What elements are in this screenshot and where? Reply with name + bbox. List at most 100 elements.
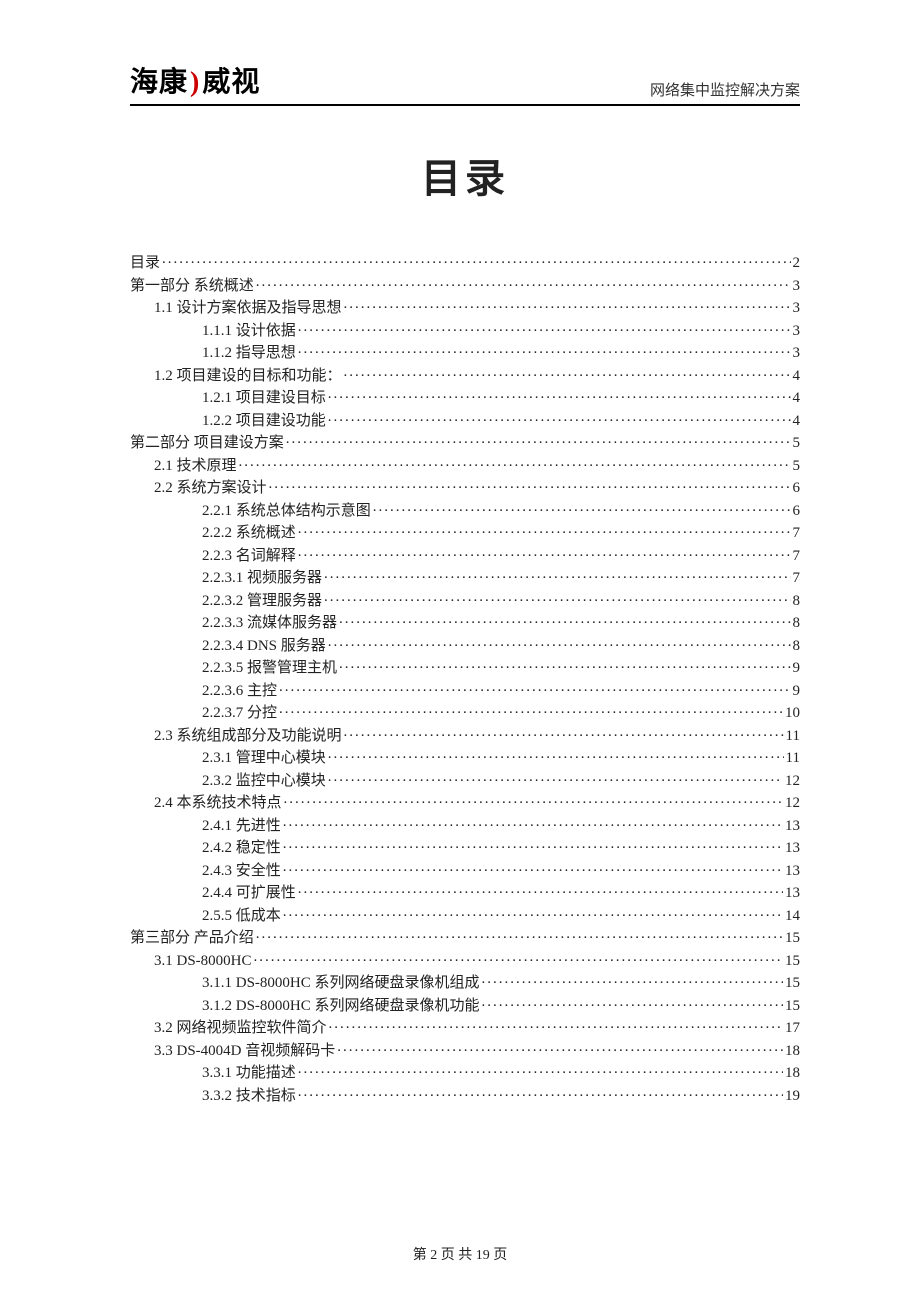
toc-entry[interactable]: 3.1.1 DS-8000HC 系列网络硬盘录像机组成15 [130, 972, 800, 991]
toc-entry-page: 18 [785, 1066, 800, 1081]
toc-entry-label: 2.5.5 低成本 [202, 909, 281, 924]
toc-entry-label: 2.1 技术原理 [154, 459, 237, 474]
page: 海康)威视 网络集中监控解决方案 目录 目录2 第一部分 系统概述 3 1.1 设计方… [0, 0, 920, 1302]
toc-entry[interactable]: 2.1 技术原理5 [130, 455, 800, 474]
toc-entry-label: 2.2.1 系统总体结构示意图 [202, 504, 371, 519]
toc-entry[interactable]: 1.2 项目建设的目标和功能：4 [130, 365, 800, 384]
toc-entry-page: 9 [793, 684, 801, 699]
toc-leader-dots [344, 365, 791, 380]
toc-entry[interactable]: 2.2.3.7 分控10 [130, 702, 800, 721]
toc-entry[interactable]: 2.2.3.5 报警管理主机 9 [130, 657, 800, 676]
toc-entry-page: 3 [793, 346, 801, 361]
toc-entry[interactable]: 2.3.2 监控中心模块12 [130, 770, 800, 789]
toc-entry-page: 15 [785, 931, 800, 946]
toc-entry[interactable]: 2.3 系统组成部分及功能说明 11 [130, 725, 800, 744]
footer-mid: 页 共 [441, 1248, 473, 1263]
toc-entry-page: 2 [793, 256, 801, 271]
toc-entry-label: 2.2.3.2 管理服务器 [202, 594, 322, 609]
toc-entry-label: 第二部分 项目建设方案 [130, 436, 284, 451]
header-row: 海康)威视 网络集中监控解决方案 [130, 60, 800, 100]
toc-entry-page: 9 [793, 661, 801, 676]
toc-entry-page: 5 [793, 436, 801, 451]
toc-entry-page: 15 [785, 999, 800, 1014]
toc-leader-dots [298, 1085, 783, 1100]
toc-entry[interactable]: 2.2 系统方案设计6 [130, 477, 800, 496]
toc-entry-label: 2.4.4 可扩展性 [202, 886, 296, 901]
toc-entry[interactable]: 2.4.1 先进性13 [130, 815, 800, 834]
toc-entry-label: 第一部分 系统概述 [130, 279, 254, 294]
toc-entry[interactable]: 1.2.1 项目建设目标4 [130, 387, 800, 406]
toc-entry[interactable]: 1.2.2 项目建设功能4 [130, 410, 800, 429]
toc-leader-dots [283, 860, 783, 875]
toc-entry-page: 3 [793, 324, 801, 339]
toc-entry-label: 3.1 DS-8000HC [154, 954, 252, 969]
toc-entry-label: 1.2.2 项目建设功能 [202, 414, 326, 429]
toc-entry[interactable]: 2.2.3.1 视频服务器7 [130, 567, 800, 586]
toc-entry-page: 14 [785, 909, 800, 924]
toc-entry-label: 3.3.2 技术指标 [202, 1089, 296, 1104]
toc-entry-label: 2.2.2 系统概述 [202, 526, 296, 541]
toc-entry[interactable]: 2.4.4 可扩展性 13 [130, 882, 800, 901]
toc-leader-dots [298, 320, 791, 335]
toc-entry-page: 15 [785, 954, 800, 969]
toc-leader-dots [269, 477, 791, 492]
toc-entry[interactable]: 2.2.2 系统概述 7 [130, 522, 800, 541]
toc-entry[interactable]: 2.4.2 稳定性13 [130, 837, 800, 856]
toc-entry[interactable]: 3.3.2 技术指标 19 [130, 1085, 800, 1104]
toc-entry[interactable]: 3.1.2 DS-8000HC 系列网络硬盘录像机功能15 [130, 995, 800, 1014]
toc-leader-dots [339, 612, 790, 627]
toc-entry-page: 3 [793, 279, 801, 294]
toc-entry-page: 12 [785, 796, 800, 811]
toc-leader-dots [337, 1040, 783, 1055]
toc-entry[interactable]: 3.2 网络视频监控软件简介17 [130, 1017, 800, 1036]
toc-entry[interactable]: 2.2.3 名词解释7 [130, 545, 800, 564]
toc-entry[interactable]: 2.4 本系统技术特点12 [130, 792, 800, 811]
toc-entry[interactable]: 3.3 DS-4004D 音视频解码卡18 [130, 1040, 800, 1059]
toc-entry-page: 8 [793, 616, 801, 631]
footer-total-pages: 19 [476, 1248, 490, 1263]
toc-entry[interactable]: 2.2.3.2 管理服务器8 [130, 590, 800, 609]
page-title: 目录 [130, 146, 800, 204]
toc-leader-dots [254, 950, 783, 965]
toc-entry[interactable]: 3.3.1 功能描述18 [130, 1062, 800, 1081]
toc-leader-dots [324, 590, 790, 605]
toc-entry-label: 1.1.2 指导思想 [202, 346, 296, 361]
toc-entry[interactable]: 2.2.1 系统总体结构示意图6 [130, 500, 800, 519]
toc-entry[interactable]: 2.3.1 管理中心模块11 [130, 747, 800, 766]
toc-entry[interactable]: 2.2.3.3 流媒体服务器8 [130, 612, 800, 631]
toc-entry[interactable]: 1.1.1 设计依据3 [130, 320, 800, 339]
toc-entry-page: 11 [786, 751, 800, 766]
toc-entry[interactable]: 第一部分 系统概述 3 [130, 275, 800, 294]
toc-entry-page: 19 [785, 1089, 800, 1104]
toc-entry-page: 13 [785, 841, 800, 856]
toc-leader-dots [279, 702, 783, 717]
toc-leader-dots [344, 297, 791, 312]
toc-entry[interactable]: 2.2.3.4 DNS 服务器8 [130, 635, 800, 654]
toc-leader-dots [284, 792, 783, 807]
toc-entry-page: 10 [785, 706, 800, 721]
toc-entry-label: 2.3.2 监控中心模块 [202, 774, 326, 789]
toc-entry-page: 13 [785, 886, 800, 901]
toc-entry-page: 11 [786, 729, 800, 744]
toc-entry-page: 17 [785, 1021, 800, 1036]
toc-entry-label: 2.4.3 安全性 [202, 864, 281, 879]
brand-logo: 海康)威视 [130, 60, 260, 100]
toc-entry[interactable]: 2.4.3 安全性13 [130, 860, 800, 879]
toc-entry[interactable]: 2.2.3.6 主控9 [130, 680, 800, 699]
toc-entry[interactable]: 目录2 [130, 252, 800, 271]
toc-entry-label: 2.2.3.5 报警管理主机 [202, 661, 337, 676]
toc-entry[interactable]: 1.1.2 指导思想 3 [130, 342, 800, 361]
toc-leader-dots [328, 387, 791, 402]
toc-entry-label: 2.3 系统组成部分及功能说明 [154, 729, 342, 744]
toc-entry-page: 6 [793, 481, 801, 496]
toc-entry[interactable]: 第二部分 项目建设方案 5 [130, 432, 800, 451]
toc-leader-dots [373, 500, 791, 515]
toc-leader-dots [339, 657, 790, 672]
toc-entry-page: 7 [793, 571, 801, 586]
toc-entry[interactable]: 1.1 设计方案依据及指导思想3 [130, 297, 800, 316]
footer-current-page: 2 [430, 1248, 437, 1263]
toc-entry[interactable]: 第三部分 产品介绍15 [130, 927, 800, 946]
toc-entry[interactable]: 2.5.5 低成本 14 [130, 905, 800, 924]
toc-entry[interactable]: 3.1 DS-8000HC 15 [130, 950, 800, 969]
toc-entry-page: 7 [793, 526, 801, 541]
